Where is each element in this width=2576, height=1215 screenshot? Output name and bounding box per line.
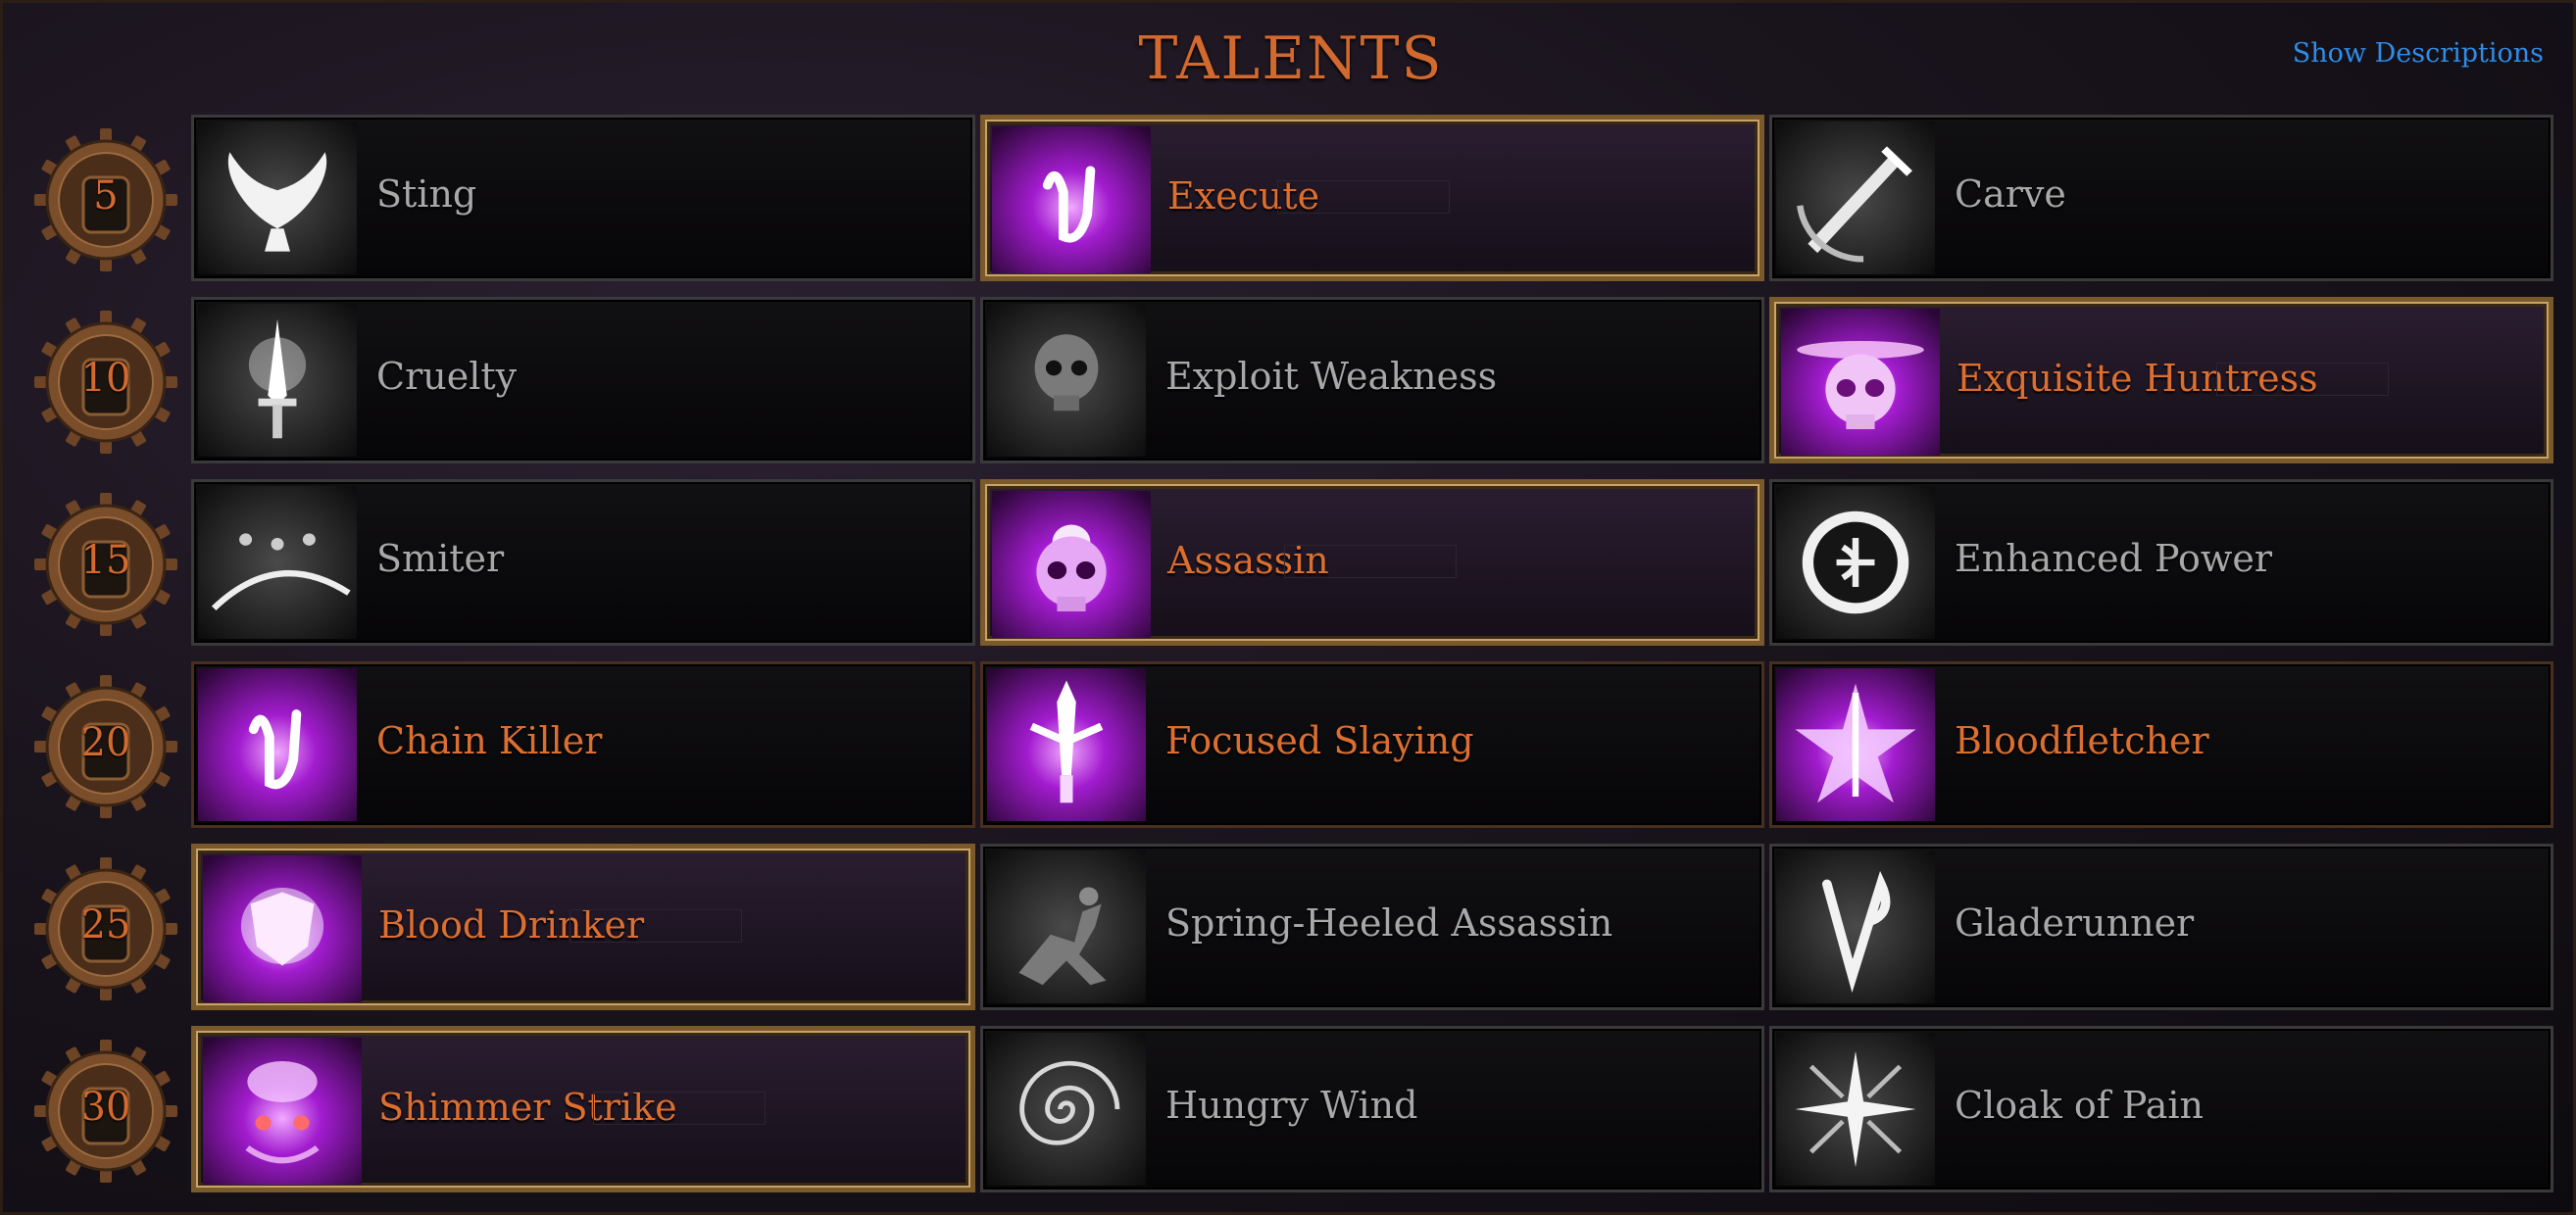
talent-card[interactable]: Focused Slaying xyxy=(980,661,1764,828)
glowing-skull-icon xyxy=(1781,309,1940,456)
talent-card[interactable]: Chain Killer xyxy=(191,661,975,828)
selection-outline xyxy=(1284,545,1457,578)
show-descriptions-link[interactable]: Show Descriptions xyxy=(2293,38,2544,69)
talent-card[interactable]: Cruelty xyxy=(191,297,975,463)
v-rune-icon xyxy=(1776,850,1935,1003)
talent-label: Sting xyxy=(376,172,477,216)
talents-panel: TALENTS Show Descriptions 5 Sting Execute C… xyxy=(0,0,2576,1215)
talent-card[interactable]: Enhanced Power xyxy=(1769,479,2553,646)
level-badge: 10 xyxy=(32,309,179,456)
talent-label: Bloodfletcher xyxy=(1955,719,2209,762)
level-badge: 30 xyxy=(32,1038,179,1185)
rune-glyph-icon xyxy=(992,126,1151,273)
talent-card[interactable]: Bloodfletcher xyxy=(1769,661,2553,828)
shadow-figures-icon xyxy=(198,486,357,639)
talent-card[interactable]: Cloak of Pain xyxy=(1769,1026,2553,1192)
talent-card[interactable]: Execute xyxy=(980,115,1764,281)
talent-row: 30 Shimmer Strike Hungry Wind Cloak of Pain xyxy=(3,1026,2576,1208)
talent-row: 25 Blood Drinker Spring-Heeled Assassin Gla… xyxy=(3,844,2576,1026)
talent-label: Focused Slaying xyxy=(1165,719,1474,762)
selection-outline xyxy=(1277,180,1450,214)
dove-icon xyxy=(198,122,357,274)
circle-rune-icon xyxy=(1776,486,1935,639)
sword-icon xyxy=(987,668,1146,821)
level-number: 15 xyxy=(80,538,131,583)
level-badge: 5 xyxy=(32,126,179,273)
rune-glyph-icon xyxy=(198,668,357,821)
talent-card[interactable]: Exquisite Huntress xyxy=(1769,297,2553,463)
spiral-icon xyxy=(987,1033,1146,1186)
talent-card[interactable]: Assassin xyxy=(980,479,1764,646)
talent-card[interactable]: Hungry Wind xyxy=(980,1026,1764,1192)
talent-card[interactable]: Exploit Weakness xyxy=(980,297,1764,463)
talent-card[interactable]: Blood Drinker xyxy=(191,844,975,1010)
selection-outline xyxy=(593,1092,766,1125)
demon-face-icon xyxy=(203,1038,362,1185)
talent-label: Spring-Heeled Assassin xyxy=(1165,901,1613,945)
talent-card[interactable]: Gladerunner xyxy=(1769,844,2553,1010)
talent-row: 20 Chain Killer Focused Slaying Bloodfletch… xyxy=(3,661,2576,844)
talent-label: Cruelty xyxy=(376,355,518,398)
level-badge: 15 xyxy=(32,491,179,638)
talent-label: Gladerunner xyxy=(1955,901,2195,945)
talent-card[interactable]: Sting xyxy=(191,115,975,281)
page-title: TALENTS xyxy=(1138,24,1444,93)
star-arrow-icon xyxy=(1776,668,1935,821)
level-number: 5 xyxy=(93,173,119,219)
talent-card[interactable]: Smiter xyxy=(191,479,975,646)
leaping-assassin-icon xyxy=(987,850,1146,1003)
purple-skull-icon xyxy=(992,491,1151,638)
level-number: 20 xyxy=(80,720,131,765)
talent-card[interactable]: Shimmer Strike xyxy=(191,1026,975,1192)
glowing-dagger-icon xyxy=(198,304,357,457)
selection-outline xyxy=(2216,363,2389,396)
talent-row: 10 Cruelty Exploit Weakness Exquisite Huntr… xyxy=(3,297,2576,479)
talent-card[interactable]: Spring-Heeled Assassin xyxy=(980,844,1764,1010)
level-number: 30 xyxy=(80,1085,131,1130)
dagger-slash-icon xyxy=(1776,122,1935,274)
level-number: 25 xyxy=(80,902,131,948)
talent-label: Chain Killer xyxy=(376,719,603,762)
selection-outline xyxy=(570,909,742,943)
skull-icon xyxy=(987,304,1146,457)
talent-label: Enhanced Power xyxy=(1955,537,2273,580)
shield-glow-icon xyxy=(203,855,362,1002)
talent-card[interactable]: Carve xyxy=(1769,115,2553,281)
talent-row: 5 Sting Execute Carve xyxy=(3,115,2576,297)
talent-label: Exploit Weakness xyxy=(1165,355,1498,398)
level-badge: 25 xyxy=(32,855,179,1002)
level-number: 10 xyxy=(80,356,131,401)
talent-label: Smiter xyxy=(376,537,505,580)
starburst-icon xyxy=(1776,1033,1935,1186)
talent-row: 15 Smiter Assassin Enhanced Power xyxy=(3,479,2576,661)
talent-label: Hungry Wind xyxy=(1165,1084,1418,1127)
talent-label: Carve xyxy=(1955,172,2066,216)
level-badge: 20 xyxy=(32,673,179,820)
talent-label: Cloak of Pain xyxy=(1955,1084,2204,1127)
